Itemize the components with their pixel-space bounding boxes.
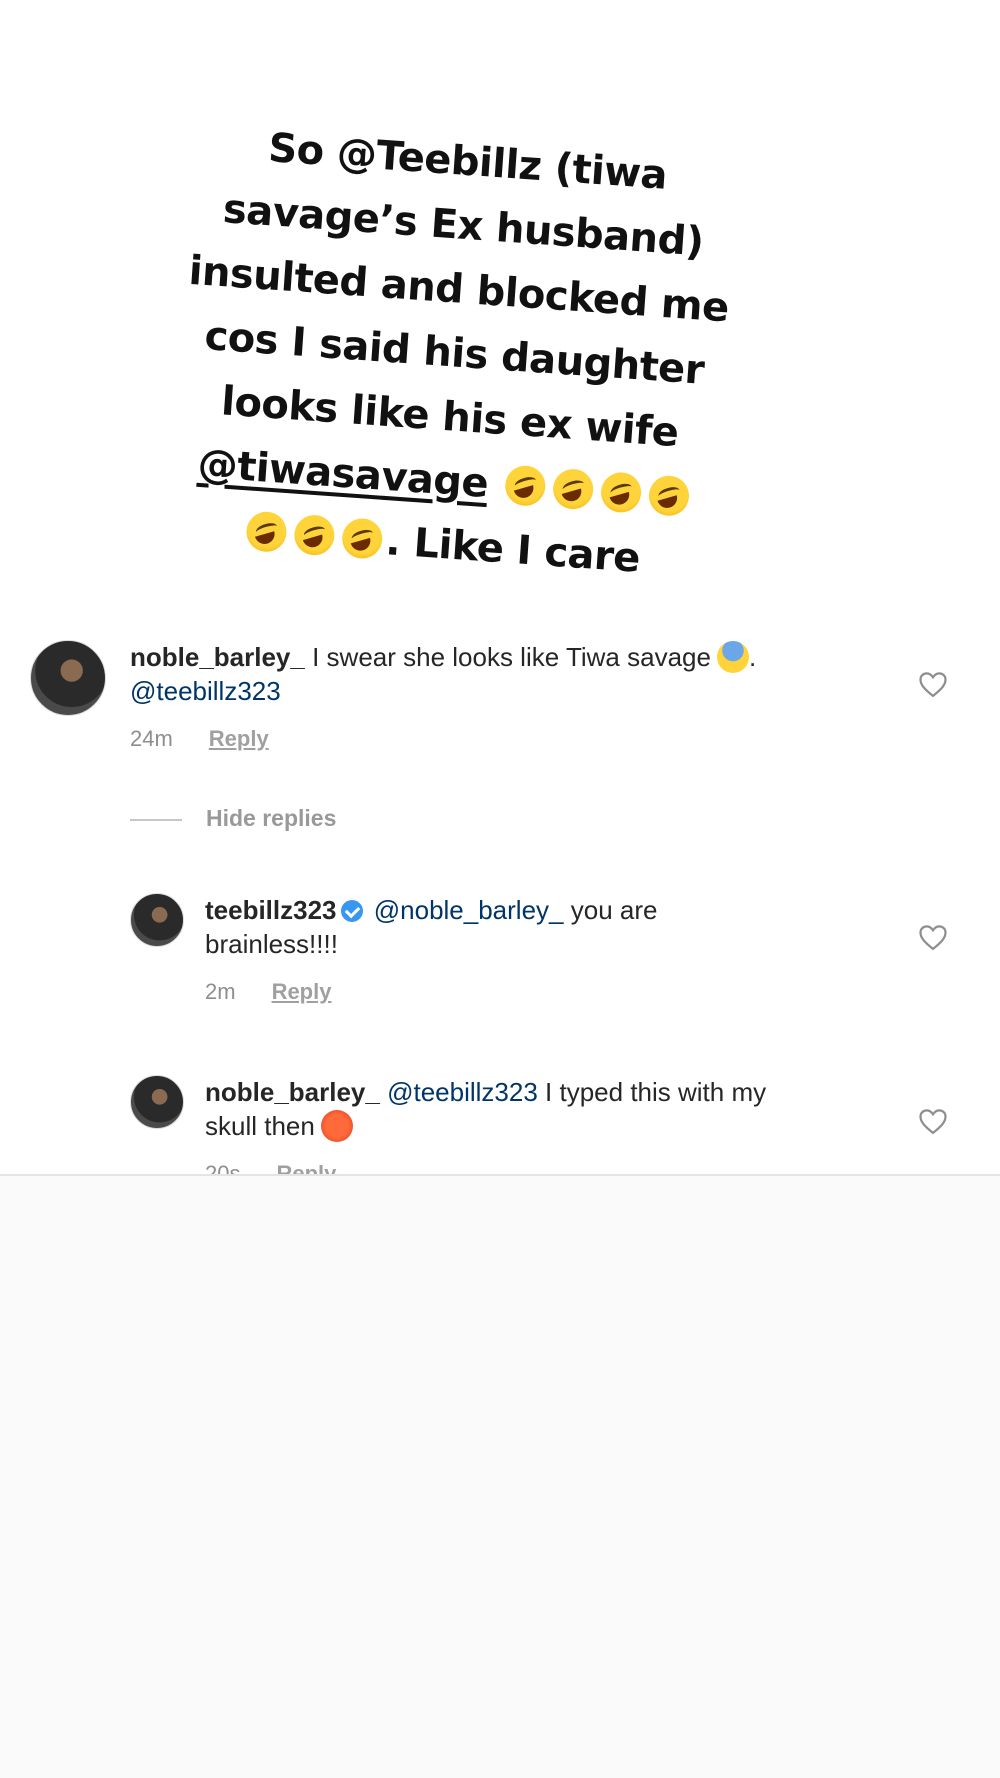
reply-time: 2m <box>205 979 236 1004</box>
heart-icon[interactable] <box>918 923 948 951</box>
avatar[interactable] <box>130 1075 184 1129</box>
comment-mention[interactable]: @teebillz323 <box>130 676 281 706</box>
reply-body-2: brainless!!!! <box>205 929 338 959</box>
laughing-emoji <box>340 517 384 560</box>
comment-body-end: . <box>748 642 757 672</box>
hide-replies-button[interactable]: Hide replies <box>130 805 336 832</box>
reply-mention[interactable]: @noble_barley_ <box>374 895 564 925</box>
angry-emoji <box>320 1110 353 1142</box>
reply-text: noble_barley_ @teebillz323 I typed this … <box>205 1075 885 1143</box>
heart-icon[interactable] <box>918 1107 948 1135</box>
reply-button[interactable]: Reply <box>272 979 332 1004</box>
comment-body: I swear she looks like Tiwa savage <box>312 642 711 672</box>
caption-end: . Like I care <box>384 518 642 582</box>
comment-time: 24m <box>130 726 173 751</box>
reply-button[interactable]: Reply <box>209 726 269 751</box>
reply-mention[interactable]: @teebillz323 <box>387 1077 538 1107</box>
avatar[interactable] <box>130 893 184 947</box>
avatar[interactable] <box>30 640 106 716</box>
reply-username[interactable]: noble_barley_ <box>205 1077 380 1107</box>
reply-time: 20s <box>205 1161 241 1176</box>
comment-username[interactable]: noble_barley_ <box>130 642 305 672</box>
comment-text: noble_barley_ I swear she looks like Tiw… <box>130 640 870 708</box>
caption-mention[interactable]: @tiwasavage <box>196 441 489 507</box>
reply-body-2: skull then <box>205 1111 315 1141</box>
instagram-story-screenshot: So @Teebillz (tiwa savage’s Ex husband) … <box>0 0 1000 1176</box>
reply-text: teebillz323 @noble_barley_ you are brain… <box>205 893 865 961</box>
laughing-emoji <box>552 467 595 511</box>
reply-meta: 2m Reply <box>205 979 331 1005</box>
hide-replies-label: Hide replies <box>206 805 337 831</box>
laughing-emoji <box>647 474 691 518</box>
caption-line-5: looks like his ex wife <box>219 378 680 457</box>
laughing-emoji <box>504 464 547 508</box>
reply-meta: 20s Reply <box>205 1161 336 1176</box>
divider-line <box>130 818 182 821</box>
reply-button[interactable]: Reply <box>276 1161 336 1174</box>
fearful-emoji <box>716 641 749 673</box>
verified-badge-icon <box>340 900 363 922</box>
laughing-emoji <box>292 513 336 557</box>
caption-line-1: So @Teebillz (tiwa <box>266 125 669 199</box>
laughing-emoji <box>244 510 288 554</box>
comment-meta: 24m Reply <box>130 726 269 752</box>
story-caption: So @Teebillz (tiwa savage’s Ex husband) … <box>130 108 780 598</box>
heart-icon[interactable] <box>918 670 948 698</box>
reply-body: I typed this with my <box>545 1077 767 1107</box>
reply-body: you are <box>570 895 658 925</box>
caption-line-2: savage’s Ex husband) <box>221 186 706 266</box>
laughing-emoji <box>599 471 643 514</box>
reply-username[interactable]: teebillz323 <box>205 895 337 925</box>
